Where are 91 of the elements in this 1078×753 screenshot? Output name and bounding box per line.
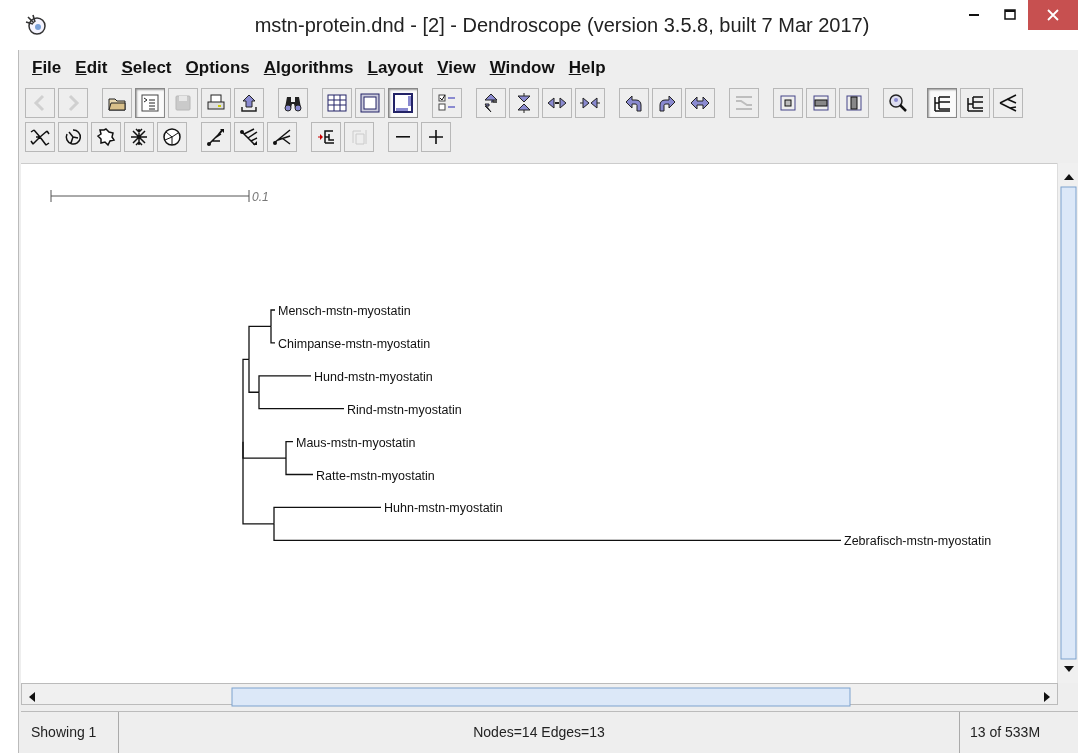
- leaf-label: Chimpanse-mstn-myostatin: [278, 336, 431, 351]
- toolbar-button[interactable]: [91, 122, 121, 152]
- toolbar-button[interactable]: [927, 88, 957, 118]
- menu-item[interactable]: File: [25, 53, 69, 83]
- menu-item[interactable]: View: [430, 53, 483, 83]
- grid-icon: [327, 93, 347, 113]
- rectangular-tree-icon: [965, 93, 985, 113]
- scrollbar-thumb[interactable]: [231, 687, 851, 707]
- leaf-label: Ratte-mstn-myostatin: [316, 468, 435, 483]
- cladogram-icon: [239, 127, 259, 147]
- menu-item[interactable]: Layout: [360, 53, 431, 83]
- printer-icon: [206, 93, 226, 113]
- window-icon: [393, 93, 413, 113]
- toolbar-button[interactable]: [278, 88, 308, 118]
- fit-width-icon: [811, 93, 831, 113]
- toolbar-button[interactable]: [542, 88, 572, 118]
- leaf-label: Huhn-mstn-myostatin: [384, 501, 503, 516]
- fit-height-icon: [844, 93, 864, 113]
- console-icon: [140, 93, 160, 113]
- scrollbar-thumb[interactable]: [1060, 186, 1077, 660]
- save-icon: [173, 93, 193, 113]
- unrooted-tree-icon: [30, 127, 50, 147]
- phylogram-icon: [206, 127, 226, 147]
- toolbar-button[interactable]: [575, 88, 605, 118]
- rotate-right-icon: [657, 93, 677, 113]
- toolbar-button[interactable]: [58, 122, 88, 152]
- close-icon: [1047, 9, 1059, 21]
- plus-icon: [426, 127, 446, 147]
- toolbar-button[interactable]: [124, 122, 154, 152]
- toolbar-button[interactable]: [234, 88, 264, 118]
- toolbar-button[interactable]: [993, 88, 1023, 118]
- status-text: Nodes=14 Edges=13: [119, 712, 960, 753]
- scroll-right-arrow[interactable]: [1044, 691, 1050, 702]
- toolbar-button[interactable]: [311, 122, 341, 152]
- app-icon: [24, 13, 48, 37]
- checklist-icon: [437, 93, 457, 113]
- menu-item[interactable]: Window: [482, 53, 562, 83]
- rotate-left-icon: [624, 93, 644, 113]
- fit-icon: [778, 93, 798, 113]
- leaf-label: Hund-mstn-myostatin: [314, 369, 433, 384]
- leaf-label: Zebrafisch-mstn-myostatin: [844, 534, 992, 549]
- slanted-tree-icon: [998, 93, 1018, 113]
- menu-item[interactable]: Select: [114, 53, 179, 83]
- toolbar-button[interactable]: [102, 88, 132, 118]
- star-tree-icon: [129, 127, 149, 147]
- toolbar-button[interactable]: [25, 122, 55, 152]
- memory-text: 13 of 533M: [969, 723, 1042, 742]
- maximize-icon: [1004, 9, 1016, 21]
- minimize-icon: [969, 14, 979, 16]
- tree-resize-icon: [349, 127, 369, 147]
- magnifier-icon: [888, 93, 908, 113]
- toolbar-button[interactable]: [652, 88, 682, 118]
- status-text: Showing 1: [21, 712, 119, 753]
- window-title: mstn-protein.dnd - [2] - Dendroscope (version 3.5.8, built 7 Mar 2017): [253, 13, 871, 38]
- slanted-cladogram-icon: [272, 127, 292, 147]
- menu-item[interactable]: Help: [561, 53, 613, 83]
- scale-label: 0.1: [252, 190, 269, 204]
- toolbar-button[interactable]: [201, 122, 231, 152]
- menu-item[interactable]: Algorithms: [256, 53, 361, 83]
- toolbar-button[interactable]: [883, 88, 913, 118]
- leaf-label: Mensch-mstn-myostatin: [278, 304, 411, 318]
- toolbar-button[interactable]: [421, 122, 451, 152]
- toolbar-button[interactable]: [234, 122, 264, 152]
- minus-icon: [396, 136, 410, 138]
- circular-tree-icon: [96, 127, 116, 147]
- radial-tree-icon: [63, 127, 83, 147]
- toolbar-button[interactable]: [619, 88, 649, 118]
- toolbar-button[interactable]: [806, 88, 836, 118]
- leaf-label: Maus-mstn-myostatin: [296, 435, 416, 450]
- export-icon: [239, 93, 259, 113]
- toolbar-button[interactable]: [960, 88, 990, 118]
- toolbar-button[interactable]: [685, 88, 715, 118]
- menu-item[interactable]: Edit: [68, 53, 115, 83]
- circle-tree-icon: [162, 127, 182, 147]
- frame-icon: [360, 93, 380, 113]
- rectangular-tree-icon: [932, 93, 952, 113]
- toolbar-button[interactable]: [839, 88, 869, 118]
- toolbar-button[interactable]: [509, 88, 539, 118]
- align-icon: [734, 93, 754, 113]
- tree-arrow-icon: [316, 127, 336, 147]
- toolbar-button[interactable]: [322, 88, 352, 118]
- leaf-label: Rind-mstn-myostatin: [347, 402, 462, 417]
- close-button[interactable]: [1028, 0, 1078, 30]
- toolbar-button[interactable]: [388, 88, 418, 118]
- scroll-down-arrow[interactable]: [1064, 666, 1074, 672]
- toolbar-button[interactable]: [267, 122, 297, 152]
- scroll-left-arrow[interactable]: [29, 691, 35, 702]
- toolbar-button[interactable]: [476, 88, 506, 118]
- toolbar-button[interactable]: [157, 122, 187, 152]
- scroll-up-arrow[interactable]: [1064, 174, 1074, 180]
- menu-item[interactable]: Options: [178, 53, 257, 83]
